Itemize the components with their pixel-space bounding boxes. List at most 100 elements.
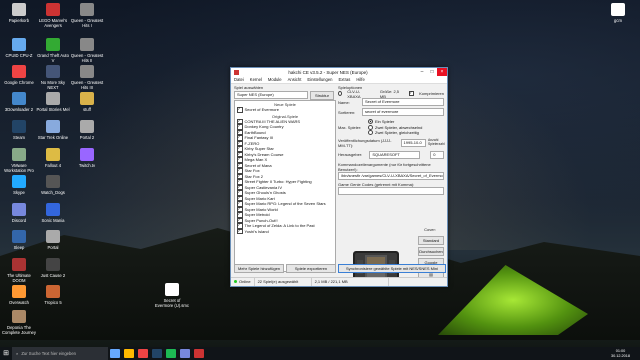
menu-modules[interactable]: Module: [268, 77, 282, 82]
game-row[interactable]: Yoshi's Island: [235, 228, 335, 234]
genie-field[interactable]: [338, 186, 444, 195]
game-list[interactable]: Neue SpieleSecret of EvermoreOriginal-Sp…: [234, 100, 336, 272]
minimize-icon[interactable]: –: [417, 68, 427, 76]
desktop-app-icon: [12, 38, 26, 51]
windows-start-icon[interactable]: ⊞: [0, 347, 12, 360]
hakchi-taskbar-icon[interactable]: [194, 349, 204, 358]
desktop-icon[interactable]: Twitch.tv: [70, 148, 104, 168]
desktop-icon[interactable]: Queen - Greatest Hits II: [70, 38, 104, 63]
clock[interactable]: 01:00 30.12.2018: [611, 349, 630, 358]
desktop-icon[interactable]: CPUID CPU-Z: [2, 38, 36, 58]
desktop-icon[interactable]: Star Trek Online: [36, 120, 70, 140]
desktop-icon[interactable]: Tropico 5: [36, 285, 70, 305]
desktop-app-icon: [46, 258, 60, 271]
cover-standard-button[interactable]: Standard: [418, 236, 444, 245]
desktop-icon[interactable]: Grand Theft Auto V: [36, 38, 70, 63]
desktop-icon[interactable]: Portal: [36, 230, 70, 250]
sync-button[interactable]: Synchronisiere gewählte Spiele mit NES/S…: [338, 264, 446, 273]
name-field[interactable]: Secret of Evermore: [362, 98, 444, 106]
desktop-icon-label: Portal: [47, 245, 59, 250]
status-dot-icon: [234, 280, 237, 283]
desktop-icon[interactable]: Portal 2: [70, 120, 104, 140]
desktop-icon[interactable]: Secret of Evermore (U).smc: [155, 283, 189, 308]
export-games-button[interactable]: Spiele exportieren: [286, 264, 336, 273]
task-view-icon[interactable]: [110, 349, 120, 358]
name-label: Name:: [338, 99, 350, 105]
close-icon[interactable]: ×: [437, 68, 447, 76]
player-radio[interactable]: [368, 124, 373, 130]
release-date-field[interactable]: 1995-10-0: [400, 138, 426, 147]
score-field[interactable]: 0: [430, 150, 444, 159]
window-titlebar[interactable]: hakchi CE v3.5.2 - Super NES (Europe) – …: [231, 68, 447, 76]
maximize-icon[interactable]: □: [427, 68, 437, 76]
desktop-icon[interactable]: Watch_Dogs: [36, 175, 70, 195]
menu-view[interactable]: Ansicht: [288, 77, 302, 82]
desktop-app-icon: [80, 38, 94, 51]
desktop-app-icon: [46, 203, 60, 216]
desktop-app-icon: [46, 120, 60, 133]
desktop-icon[interactable]: Sleep: [2, 230, 36, 250]
game-size: Größe: 2,5 MB: [379, 88, 400, 99]
desktop-icon[interactable]: The Ultimate DOOM: [2, 258, 36, 283]
player-option[interactable]: Zwei Spieler, gleichzeitig: [368, 130, 422, 136]
cmdline-field[interactable]: /bin/snesfir /var/games/CLV-U-XBAXA/Secr…: [338, 171, 444, 180]
game-name: Yoshi's Island: [244, 228, 269, 234]
player-option[interactable]: Zwei Spieler, abwechselnd: [368, 124, 422, 131]
desktop-icon-label: LEGO Marvel's Avengers: [38, 18, 68, 28]
desktop-icon-label: VMware Workstation Pro: [4, 163, 34, 173]
discord-icon[interactable]: [180, 349, 190, 358]
select-game-label: Spiel auswählen: [234, 85, 264, 90]
desktop-icon[interactable]: Steam: [2, 120, 36, 140]
desktop-icon[interactable]: gcm: [601, 3, 635, 23]
game-row[interactable]: Secret of Evermore: [235, 106, 335, 113]
cover-browse-button[interactable]: Durchsuchen: [418, 247, 444, 256]
desktop-icon[interactable]: LEGO Marvel's Avengers: [36, 3, 70, 28]
desktop-icon[interactable]: Papierkorb: [2, 3, 36, 23]
desktop-icon[interactable]: VMware Workstation Pro: [2, 148, 36, 173]
steam-icon[interactable]: [152, 349, 162, 358]
menu-kernel[interactable]: Kernel: [250, 77, 262, 82]
add-games-button[interactable]: Mehr Spiele hinzufügen: [234, 264, 284, 273]
menu-extras[interactable]: Extras: [339, 77, 351, 82]
sort-field[interactable]: secret of evermore: [362, 108, 444, 116]
explorer-icon[interactable]: [124, 349, 134, 358]
desktop-icon[interactable]: Skype: [2, 175, 36, 195]
chrome-icon[interactable]: [138, 349, 148, 358]
desktop-icon[interactable]: stuff: [70, 92, 104, 112]
desktop-icon-label: Fallout 4: [44, 163, 62, 168]
desktop-icon[interactable]: Sonic Mania: [36, 203, 70, 223]
publisher-field[interactable]: SQUARESOFT: [369, 150, 421, 159]
desktop-icon[interactable]: Just Cause 2: [36, 258, 70, 278]
player-count-label: Anzahl Spielerzahl: [428, 137, 445, 146]
window-title: hakchi CE v3.5.2 - Super NES (Europe): [288, 69, 368, 75]
structure-button[interactable]: Struktur: [310, 91, 334, 100]
player-radio[interactable]: [368, 130, 373, 136]
desktop-icon[interactable]: No More Sky NEXT: [36, 65, 70, 90]
source-radio[interactable]: [338, 91, 343, 96]
desktop-app-icon: [80, 3, 94, 16]
menu-settings[interactable]: Einstellungen: [307, 77, 332, 82]
desktop-icon[interactable]: Google Chrome: [2, 65, 36, 85]
taskbar-search[interactable]: ⌕ Zur Suche Text hier eingeben: [12, 347, 108, 360]
desktop-icon[interactable]: Overwatch: [2, 285, 36, 305]
desktop-icon[interactable]: Queen - Greatest Hits III: [70, 65, 104, 90]
desktop-icon[interactable]: Discord: [2, 203, 36, 223]
desktop-app-icon: [80, 65, 94, 78]
compress-checkbox[interactable]: [408, 90, 415, 97]
menu-help[interactable]: Hilfe: [356, 77, 364, 82]
desktop-icon[interactable]: Deponia The Complete Journey: [2, 310, 36, 335]
desktop-icon[interactable]: Fallout 4: [36, 148, 70, 168]
desktop-app-icon: [80, 148, 94, 161]
game-checkbox[interactable]: [237, 106, 243, 113]
status-bar: Online 22 Spiel(e) ausgewählt 2,1 MB / 2…: [231, 277, 447, 286]
desktop-icon-label: Tropico 5: [44, 300, 62, 305]
desktop-app-icon: [46, 175, 60, 188]
menu-file[interactable]: Datei: [234, 77, 244, 82]
player-radio[interactable]: [368, 119, 373, 125]
desktop-icon[interactable]: Portal Stories Mel: [36, 92, 70, 112]
game-checkbox[interactable]: [237, 228, 243, 234]
console-select[interactable]: Super NES (Europe): [234, 91, 308, 99]
spotify-icon[interactable]: [166, 349, 176, 358]
desktop-icon[interactable]: Queen - Greatest Hits I: [70, 3, 104, 28]
desktop-icon[interactable]: 3Downloader 2: [2, 92, 36, 112]
